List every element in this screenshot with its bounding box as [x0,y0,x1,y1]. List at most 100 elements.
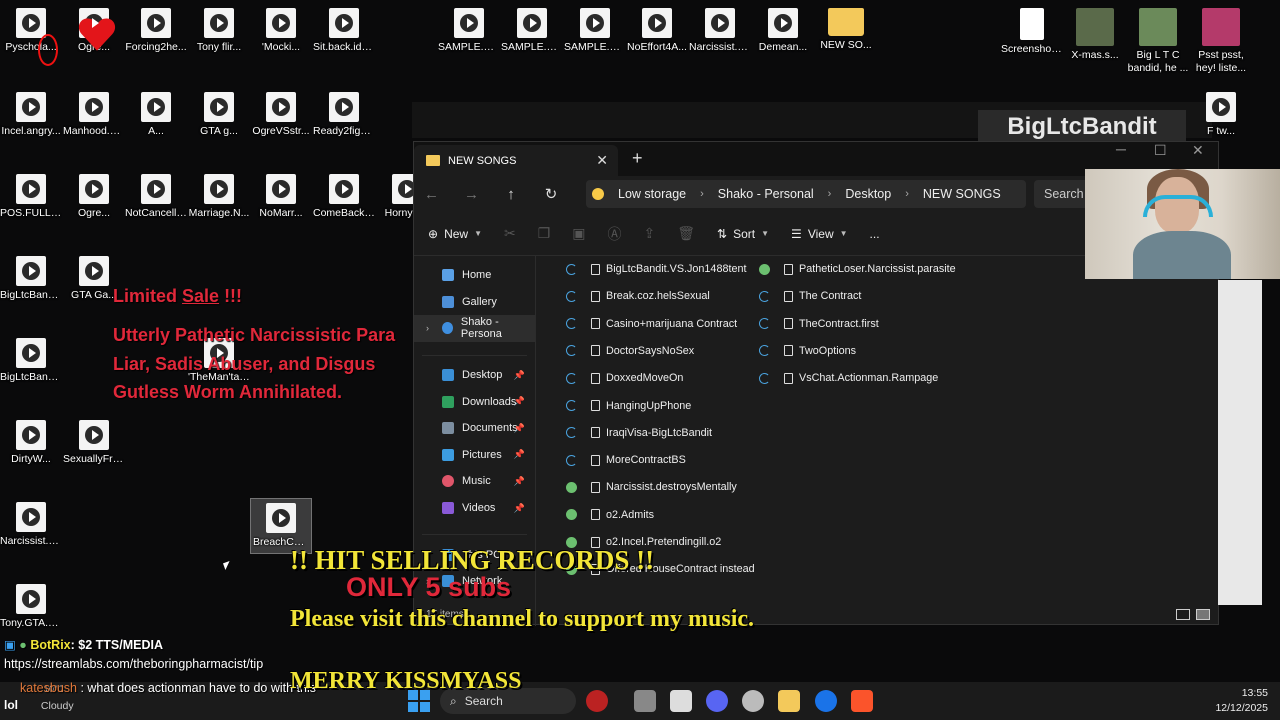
desktop-icon[interactable]: F tw... [1190,92,1252,138]
desktop-icon[interactable]: Ogre... [63,174,125,220]
breadcrumb-item[interactable]: Low storage [618,187,686,201]
tab-new-songs[interactable]: NEW SONGS ✕ [414,145,618,176]
desktop-icon[interactable]: GTA g... [188,92,250,138]
breadcrumb-item[interactable]: Desktop [845,187,891,201]
desktop-icon[interactable]: SAMPLE.Hid... [501,8,563,54]
breadcrumb[interactable]: Low storage › Shako - Personal › Desktop… [586,180,1026,208]
chat-link[interactable]: https://streamlabs.com/theboringpharmaci… [4,657,263,671]
desktop-icon[interactable]: NEW SO... [815,8,877,52]
file-item[interactable]: HangingUpPhone [566,400,691,412]
sidebar-item-downloads[interactable]: Downloads 📌 [414,388,535,415]
desktop-icon-label: SAMPLE.Hid... [501,41,563,53]
details-view-icon[interactable] [1176,609,1190,620]
minimize-icon[interactable]: ─ [1116,141,1126,157]
desktop-icon[interactable]: Narcissist.G... [0,502,62,548]
file-item[interactable]: Narcissist.destroysMentally [566,481,737,493]
close-tab-icon[interactable]: ✕ [596,152,608,169]
desktop-icon[interactable]: Marriage.N... [188,174,250,220]
file-item[interactable]: TheContract.first [759,318,879,330]
desktop-icon[interactable]: ComeBackl... [313,174,375,220]
desktop-icon[interactable]: SAMPLE.Na... [438,8,500,54]
new-button[interactable]: ⊕ New ▼ [428,227,482,241]
file-item[interactable]: TwoOptions [759,345,856,357]
desktop-icon[interactable]: Forcing2he... [125,8,187,54]
desktop-icon[interactable]: Ready2fight... [313,92,375,138]
desktop-icon[interactable]: Sit.back.idc... [313,8,375,54]
weather-widget[interactable]: lol 10°C Cloudy [4,684,74,712]
new-tab-icon[interactable]: + [632,148,643,169]
desktop-icon[interactable]: Screenshot_... [1001,8,1063,56]
audio-file-icon [591,372,600,384]
desktop-icon[interactable]: Tony flir... [188,8,250,54]
file-item[interactable]: DoxxedMoveOn [566,372,683,384]
file-item[interactable]: MoreContractBS [566,454,686,466]
desktop-icon[interactable]: NotCancelli... [125,174,187,220]
desktop-icon[interactable]: SexuallyFru... [63,420,125,466]
capcut-icon[interactable] [670,690,692,712]
settings-icon[interactable] [742,690,764,712]
desktop-icon[interactable]: Tony.GTA.1... [0,584,62,630]
task-view-icon[interactable] [634,690,656,712]
desktop-icon[interactable]: DirtyW... [0,420,62,466]
desktop-icon[interactable]: X-mas.s... [1064,8,1126,62]
copy-icon[interactable]: ❐ [538,225,551,242]
file-item[interactable]: IraqiVisa-BigLtcBandit [566,427,712,439]
sidebar-item-home[interactable]: Home [414,262,535,289]
cut-icon[interactable]: ✂ [504,225,516,242]
discord-icon[interactable] [706,690,728,712]
system-clock[interactable]: 13:55 12/12/2025 [1215,686,1268,715]
sidebar-item-desktop[interactable]: Desktop 📌 [414,362,535,389]
breadcrumb-item[interactable]: NEW SONGS [923,187,1001,201]
sidebar-item-pictures[interactable]: Pictures 📌 [414,442,535,469]
view-button[interactable]: ☰ View ▼ [791,227,847,241]
refresh-icon[interactable]: ↻ [544,185,558,203]
desktop-icon[interactable]: Incel.angry... [0,92,62,138]
video-file-icon [1206,92,1236,122]
bird-app-icon[interactable] [586,690,608,712]
desktop-icon[interactable]: NoMarr... [250,174,312,220]
paste-icon[interactable]: ▣ [572,225,585,242]
desktop-icon[interactable]: OgreVSstr... [250,92,312,138]
sidebar-item-music[interactable]: Music 📌 [414,468,535,495]
sidebar-item-videos[interactable]: Videos 📌 [414,495,535,522]
share-icon[interactable]: ⇪ [644,225,656,242]
desktop-icon[interactable]: Demean... [752,8,814,54]
chrome-icon[interactable] [815,690,837,712]
desktop-icon[interactable]: POS.FULL.N... [0,174,62,220]
desktop-icon[interactable]: 'Mocki... [250,8,312,54]
download-icon [442,395,454,408]
file-item[interactable]: VsChat.Actionman.Rampage [759,372,938,384]
file-item[interactable]: o2.Admits [566,509,654,521]
tiles-view-icon[interactable] [1196,609,1210,620]
desktop-icon[interactable]: Big L T C bandid, he ... [1127,8,1189,74]
brave-icon[interactable] [851,690,873,712]
rename-icon[interactable]: Ⓐ [608,224,622,244]
close-window-icon[interactable]: ✕ [1192,142,1204,159]
maximize-icon[interactable]: ☐ [1154,142,1167,159]
breadcrumb-item[interactable]: Shako - Personal [718,187,814,201]
desktop-icon[interactable]: Narcissist.Fi... [689,8,751,54]
desktop-icon[interactable]: SAMPLE.Ca... [564,8,626,54]
file-item[interactable]: BigLtcBandit.VS.Jon1488tent [566,263,746,275]
file-explorer-icon[interactable] [778,690,800,712]
desktop-icon[interactable]: BigLtcBandi... [0,256,62,302]
sidebar-item-gallery[interactable]: Gallery [414,289,535,316]
sort-button[interactable]: ⇅ Sort ▼ [717,227,769,241]
desktop-icon[interactable]: NoEffort4A... [626,8,688,54]
forward-icon[interactable]: → [464,186,479,203]
sidebar-item-onedrive[interactable]: › Shako - Persona [414,315,535,342]
file-item[interactable]: PatheticLoser.Narcissist.parasite [759,263,956,275]
file-item[interactable]: DoctorSaysNoSex [566,345,694,357]
more-options-button[interactable]: ... [870,227,880,241]
delete-icon[interactable]: 🗑 [677,225,695,242]
file-item[interactable]: Break.coz.helsSexual [566,290,710,302]
file-item[interactable]: The Contract [759,290,861,302]
desktop-icon[interactable]: Manhood.H... [63,92,125,138]
desktop-icon[interactable]: BigLtcBandi... [0,338,62,384]
desktop-icon[interactable]: A... [125,92,187,138]
back-icon[interactable]: ← [424,186,439,203]
up-icon[interactable]: ↑ [504,186,518,203]
desktop-icon[interactable]: Psst psst, hey! liste... [1190,8,1252,74]
sidebar-item-documents[interactable]: Documents 📌 [414,415,535,442]
file-item[interactable]: Casino+marijuana Contract [566,318,737,330]
